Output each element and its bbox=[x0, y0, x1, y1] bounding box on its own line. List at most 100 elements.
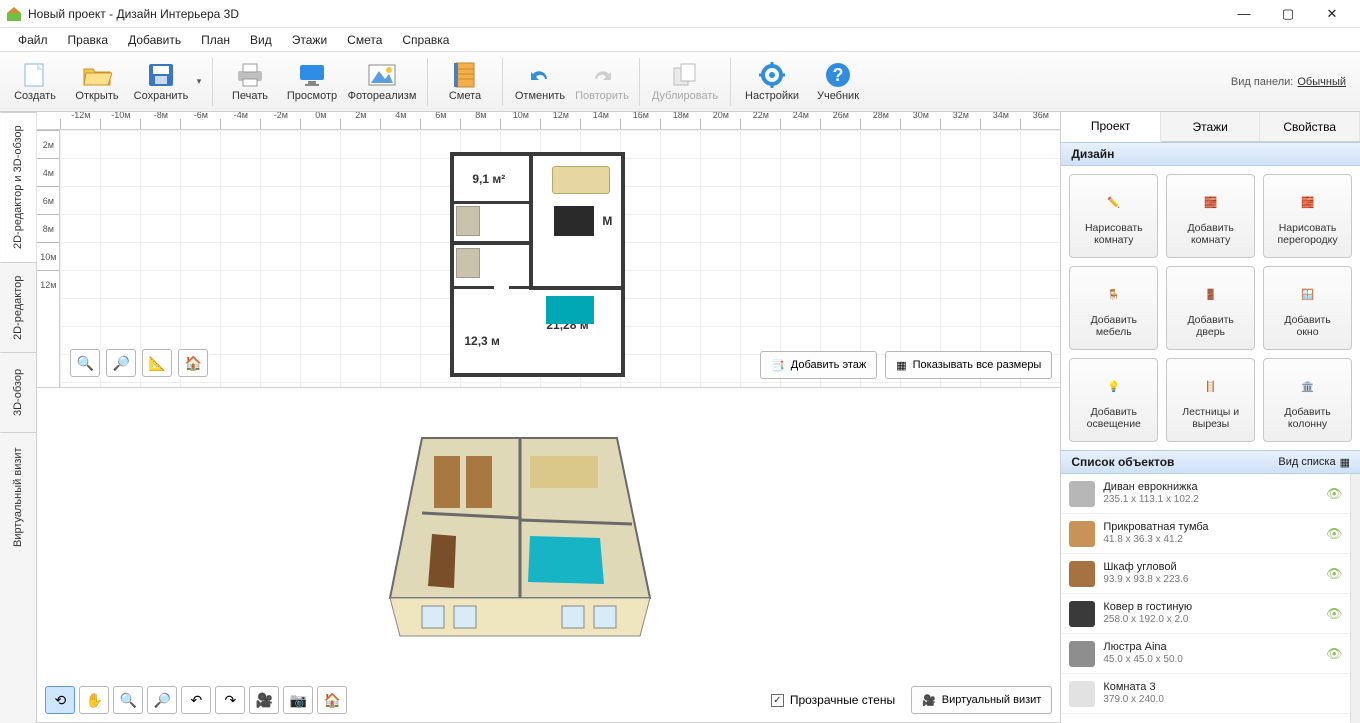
close-button[interactable]: ✕ bbox=[1310, 2, 1354, 26]
zoom-in-3d-button[interactable]: 🔎 bbox=[147, 686, 177, 714]
camera-icon: 🎥 bbox=[922, 694, 936, 707]
list-item[interactable]: Шкаф угловой93.9 x 93.8 x 223.6👁 bbox=[1061, 554, 1350, 594]
zoom-out-3d-button[interactable]: 🔍 bbox=[113, 686, 143, 714]
zoom-in-button[interactable]: 🔎 bbox=[106, 349, 136, 377]
left-tab-virtual[interactable]: Виртуальный визит bbox=[0, 432, 36, 562]
list-view-icon[interactable]: ▦ bbox=[1340, 456, 1350, 469]
left-tab-2d-3d[interactable]: 2D-редактор и 3D-обзор bbox=[0, 112, 36, 262]
pan-button[interactable]: ✋ bbox=[79, 686, 109, 714]
canvas-2d[interactable]: 9,1 м² 12,3 м 21,28 м М 🔍 🔎 📐 🏠 bbox=[60, 130, 1060, 387]
redo-button[interactable]: Повторить bbox=[571, 55, 633, 109]
transparent-walls-checkbox[interactable]: ✓Прозрачные стены bbox=[771, 693, 895, 707]
column-icon: 🏛️ bbox=[1291, 370, 1325, 402]
help-icon: ? bbox=[823, 61, 853, 89]
canvas-2d-tools: 🔍 🔎 📐 🏠 bbox=[68, 347, 210, 379]
rotate-right-button[interactable]: ↷ bbox=[215, 686, 245, 714]
camera-button[interactable]: 🎥 bbox=[249, 686, 279, 714]
virtual-visit-button[interactable]: 🎥Виртуальный визит bbox=[911, 686, 1052, 714]
eye-icon[interactable]: 👁 bbox=[1326, 566, 1342, 582]
app-icon bbox=[6, 6, 22, 22]
tutorial-button[interactable]: ?Учебник bbox=[807, 55, 869, 109]
settings-button[interactable]: Настройки bbox=[737, 55, 807, 109]
svg-text:?: ? bbox=[833, 65, 844, 85]
snapshot-button[interactable]: 📷 bbox=[283, 686, 313, 714]
orbit-button[interactable]: ⟲ bbox=[45, 686, 75, 714]
add-door-button[interactable]: 🚪Добавитьдверь bbox=[1166, 266, 1255, 350]
new-file-icon bbox=[20, 61, 50, 89]
add-column-button[interactable]: 🏛️Добавитьколонну bbox=[1263, 358, 1352, 442]
menu-view[interactable]: Вид bbox=[240, 30, 282, 50]
tab-floors[interactable]: Этажи bbox=[1161, 112, 1261, 141]
window-title: Новый проект - Дизайн Интерьера 3D bbox=[28, 7, 1222, 21]
home-button[interactable]: 🏠 bbox=[178, 349, 208, 377]
panel-mode-link[interactable]: Обычный bbox=[1297, 76, 1346, 88]
menu-edit[interactable]: Правка bbox=[58, 30, 119, 50]
save-button[interactable]: Сохранить bbox=[128, 55, 194, 109]
menu-help[interactable]: Справка bbox=[392, 30, 459, 50]
scrollbar[interactable] bbox=[1350, 474, 1360, 723]
maximize-button[interactable]: ▢ bbox=[1266, 2, 1310, 26]
list-item[interactable]: Ковер в гостиную258.0 x 192.0 x 2.0👁 bbox=[1061, 594, 1350, 634]
add-room-button[interactable]: 🧱Добавитькомнату bbox=[1166, 174, 1255, 258]
estimate-button[interactable]: Смета bbox=[434, 55, 496, 109]
pencil-room-icon: ✏️ bbox=[1097, 186, 1131, 218]
eye-icon[interactable]: 👁 bbox=[1326, 646, 1342, 662]
menu-estimate[interactable]: Смета bbox=[337, 30, 392, 50]
left-tabs: 2D-редактор и 3D-обзор 2D-редактор 3D-об… bbox=[0, 112, 37, 723]
save-icon bbox=[146, 61, 176, 89]
model-3d bbox=[382, 408, 657, 643]
panel-mode: Вид панели: Обычный bbox=[1231, 76, 1356, 88]
create-button[interactable]: Создать bbox=[4, 55, 66, 109]
menu-add[interactable]: Добавить bbox=[118, 30, 191, 50]
eye-icon[interactable]: 👁 bbox=[1326, 526, 1342, 542]
measure-button[interactable]: 📐 bbox=[142, 349, 172, 377]
add-room-icon: 🧱 bbox=[1194, 186, 1228, 218]
add-window-button[interactable]: 🪟Добавитьокно bbox=[1263, 266, 1352, 350]
layers-icon: 📑 bbox=[771, 359, 785, 372]
menu-plan[interactable]: План bbox=[191, 30, 240, 50]
photorealism-button[interactable]: Фотореализм bbox=[343, 55, 421, 109]
menu-bar: Файл Правка Добавить План Вид Этажи Смет… bbox=[0, 28, 1360, 52]
floorplan[interactable]: 9,1 м² 12,3 м 21,28 м М bbox=[450, 152, 625, 377]
list-item[interactable]: Люстра Aina45.0 x 45.0 x 50.0👁 bbox=[1061, 634, 1350, 674]
ruler-horizontal: -12м-10м -8м-6м -4м-2м 0м2м 4м6м 8м10м 1… bbox=[37, 112, 1060, 130]
preview-button[interactable]: Просмотр bbox=[281, 55, 343, 109]
left-tab-2d[interactable]: 2D-редактор bbox=[0, 262, 36, 352]
home-3d-button[interactable]: 🏠 bbox=[317, 686, 347, 714]
print-button[interactable]: Печать bbox=[219, 55, 281, 109]
main-toolbar: Создать Открыть Сохранить ▾ Печать Просм… bbox=[0, 52, 1360, 112]
open-button[interactable]: Открыть bbox=[66, 55, 128, 109]
list-item[interactable]: Прикроватная тумба41.8 x 36.3 x 41.2👁 bbox=[1061, 514, 1350, 554]
add-lighting-button[interactable]: 💡Добавитьосвещение bbox=[1069, 358, 1158, 442]
add-furniture-button[interactable]: 🪑Добавитьмебель bbox=[1069, 266, 1158, 350]
canvas-3d[interactable]: ⟲ ✋ 🔍 🔎 ↶ ↷ 🎥 📷 🏠 ✓Прозрачные стены 🎥Вир… bbox=[37, 388, 1060, 722]
tab-project[interactable]: Проект bbox=[1061, 112, 1161, 142]
lightbulb-icon: 💡 bbox=[1097, 370, 1131, 402]
draw-partition-button[interactable]: 🧱Нарисоватьперегородку bbox=[1263, 174, 1352, 258]
duplicate-button[interactable]: Дублировать bbox=[646, 55, 724, 109]
tab-properties[interactable]: Свойства bbox=[1260, 112, 1360, 141]
left-tab-3d[interactable]: 3D-обзор bbox=[0, 352, 36, 432]
eye-icon[interactable]: 👁 bbox=[1326, 486, 1342, 502]
add-floor-button[interactable]: 📑Добавить этаж bbox=[760, 351, 877, 379]
object-list[interactable]: Диван еврокнижка235.1 x 113.1 x 102.2👁 П… bbox=[1061, 474, 1350, 723]
stairs-cutouts-button[interactable]: 🪜Лестницы ивырезы bbox=[1166, 358, 1255, 442]
zoom-out-button[interactable]: 🔍 bbox=[70, 349, 100, 377]
list-view-link[interactable]: Вид списка bbox=[1278, 456, 1335, 468]
show-sizes-button[interactable]: ▦Показывать все размеры bbox=[885, 351, 1052, 379]
undo-button[interactable]: Отменить bbox=[509, 55, 571, 109]
minimize-button[interactable]: — bbox=[1222, 2, 1266, 26]
dimensions-icon: ▦ bbox=[896, 359, 906, 372]
eye-icon[interactable]: 👁 bbox=[1326, 606, 1342, 622]
rotate-left-button[interactable]: ↶ bbox=[181, 686, 211, 714]
draw-room-button[interactable]: ✏️Нарисоватькомнату bbox=[1069, 174, 1158, 258]
menu-floors[interactable]: Этажи bbox=[282, 30, 337, 50]
brick-wall-icon: 🧱 bbox=[1291, 186, 1325, 218]
sofa-icon bbox=[1069, 481, 1095, 507]
monitor-icon bbox=[297, 61, 327, 89]
list-item[interactable]: Диван еврокнижка235.1 x 113.1 x 102.2👁 bbox=[1061, 474, 1350, 514]
save-dropdown-caret[interactable]: ▾ bbox=[194, 76, 204, 87]
list-item[interactable]: Комната 3379.0 x 240.0 bbox=[1061, 674, 1350, 714]
menu-file[interactable]: Файл bbox=[8, 30, 58, 50]
title-bar: Новый проект - Дизайн Интерьера 3D — ▢ ✕ bbox=[0, 0, 1360, 28]
